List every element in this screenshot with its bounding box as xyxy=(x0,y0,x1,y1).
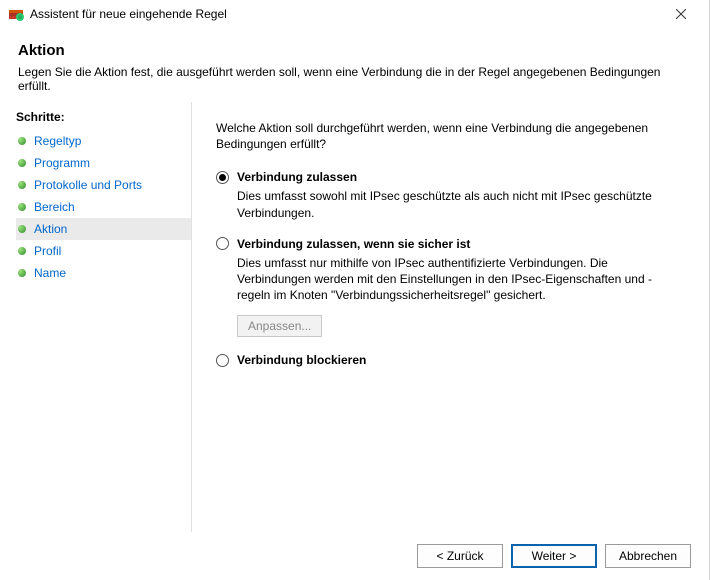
sidebar-item-label: Regeltyp xyxy=(34,134,81,148)
wizard-footer: < Zurück Weiter > Abbrechen xyxy=(0,532,709,580)
option-description: Dies umfasst nur mithilfe von IPsec auth… xyxy=(237,255,667,304)
sidebar-item-bereich[interactable]: Bereich xyxy=(16,196,191,218)
radio-allow[interactable] xyxy=(216,171,229,184)
sidebar-item-label: Protokolle und Ports xyxy=(34,178,142,192)
cancel-button[interactable]: Abbrechen xyxy=(605,544,691,568)
steps-heading: Schritte: xyxy=(16,110,191,124)
bullet-icon xyxy=(18,181,26,189)
option-allow-if-secure: Verbindung zulassen, wenn sie sicher ist… xyxy=(216,237,685,338)
next-button[interactable]: Weiter > xyxy=(511,544,597,568)
sidebar-item-label: Profil xyxy=(34,244,61,258)
radio-row[interactable]: Verbindung zulassen xyxy=(216,170,685,184)
bullet-icon xyxy=(18,247,26,255)
sidebar-item-label: Programm xyxy=(34,156,90,170)
sidebar-item-label: Aktion xyxy=(34,222,67,236)
action-question: Welche Aktion soll durchgeführt werden, … xyxy=(216,120,685,152)
option-title: Verbindung blockieren xyxy=(237,353,366,367)
bullet-icon xyxy=(18,159,26,167)
option-title: Verbindung zulassen, wenn sie sicher ist xyxy=(237,237,470,251)
steps-sidebar: Schritte: Regeltyp Programm Protokolle u… xyxy=(0,102,192,543)
sidebar-item-regeltyp[interactable]: Regeltyp xyxy=(16,130,191,152)
radio-allow-secure[interactable] xyxy=(216,237,229,250)
sidebar-item-label: Bereich xyxy=(34,200,75,214)
close-button[interactable] xyxy=(661,0,701,28)
radio-block[interactable] xyxy=(216,354,229,367)
back-button[interactable]: < Zurück xyxy=(417,544,503,568)
bullet-icon xyxy=(18,269,26,277)
radio-row[interactable]: Verbindung zulassen, wenn sie sicher ist xyxy=(216,237,685,251)
sidebar-item-aktion[interactable]: Aktion xyxy=(16,218,191,240)
bullet-icon xyxy=(18,225,26,233)
option-allow-connection: Verbindung zulassen Dies umfasst sowohl … xyxy=(216,170,685,220)
firewall-icon xyxy=(8,6,24,22)
bullet-icon xyxy=(18,137,26,145)
sidebar-item-name[interactable]: Name xyxy=(16,262,191,284)
sidebar-item-programm[interactable]: Programm xyxy=(16,152,191,174)
close-icon xyxy=(676,9,686,19)
option-description: Dies umfasst sowohl mit IPsec geschützte… xyxy=(237,188,667,220)
wizard-header: Aktion Legen Sie die Aktion fest, die au… xyxy=(0,28,709,101)
sidebar-item-profil[interactable]: Profil xyxy=(16,240,191,262)
wizard-main: Welche Aktion soll durchgeführt werden, … xyxy=(192,102,709,543)
title-bar: Assistent für neue eingehende Regel xyxy=(0,0,709,28)
sidebar-item-label: Name xyxy=(34,266,66,280)
radio-row[interactable]: Verbindung blockieren xyxy=(216,353,685,367)
customize-button: Anpassen... xyxy=(237,315,322,337)
bullet-icon xyxy=(18,203,26,211)
page-subtitle: Legen Sie die Aktion fest, die ausgeführ… xyxy=(18,65,691,93)
sidebar-item-protokolle-und-ports[interactable]: Protokolle und Ports xyxy=(16,174,191,196)
page-title: Aktion xyxy=(18,42,691,59)
option-block-connection: Verbindung blockieren xyxy=(216,353,685,367)
option-title: Verbindung zulassen xyxy=(237,170,357,184)
window-title: Assistent für neue eingehende Regel xyxy=(30,7,661,21)
